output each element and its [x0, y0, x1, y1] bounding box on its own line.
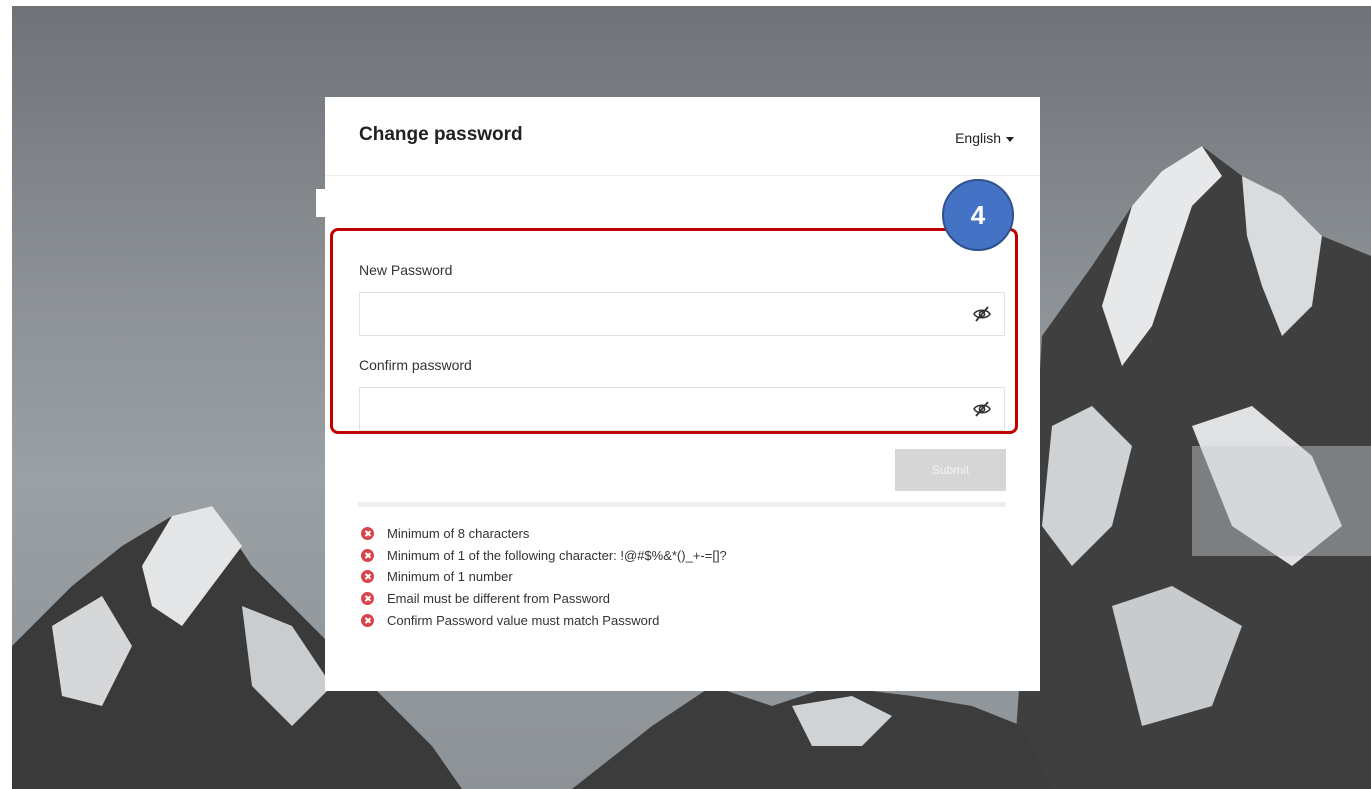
requirement-text: Minimum of 8 characters: [387, 526, 530, 542]
requirement-item: Minimum of 1 of the following character:…: [361, 545, 1001, 567]
page-title: Change password: [359, 124, 523, 145]
requirement-text: Email must be different from Password: [387, 591, 611, 607]
step-number-badge: 4: [942, 179, 1014, 251]
requirement-item: Minimum of 1 number: [361, 566, 1001, 588]
x-circle-icon: [361, 548, 374, 562]
requirement-text: Minimum of 1 of the following character:…: [387, 547, 727, 563]
x-circle-icon: [361, 527, 374, 541]
annotation-notch: [316, 189, 328, 217]
x-circle-icon: [361, 592, 374, 606]
submit-button[interactable]: Submit: [895, 449, 1006, 491]
requirement-text: Confirm Password value must match Passwo…: [387, 612, 660, 628]
language-label: English: [955, 130, 1001, 146]
annotation-highlight-box: [330, 228, 1018, 434]
x-circle-icon: [361, 570, 374, 584]
caret-down-icon: [1006, 136, 1014, 142]
requirement-text: Minimum of 1 number: [387, 569, 513, 585]
x-circle-icon: [361, 613, 374, 627]
requirement-item: Minimum of 8 characters: [361, 523, 1001, 545]
password-requirements: Minimum of 8 characters Minimum of 1 of …: [361, 523, 1001, 631]
language-selector[interactable]: English: [955, 130, 1014, 146]
requirement-item: Email must be different from Password: [361, 588, 1001, 610]
requirement-item: Confirm Password value must match Passwo…: [361, 609, 1001, 631]
divider: [358, 502, 1006, 507]
card-header: Change password English: [325, 97, 1040, 176]
